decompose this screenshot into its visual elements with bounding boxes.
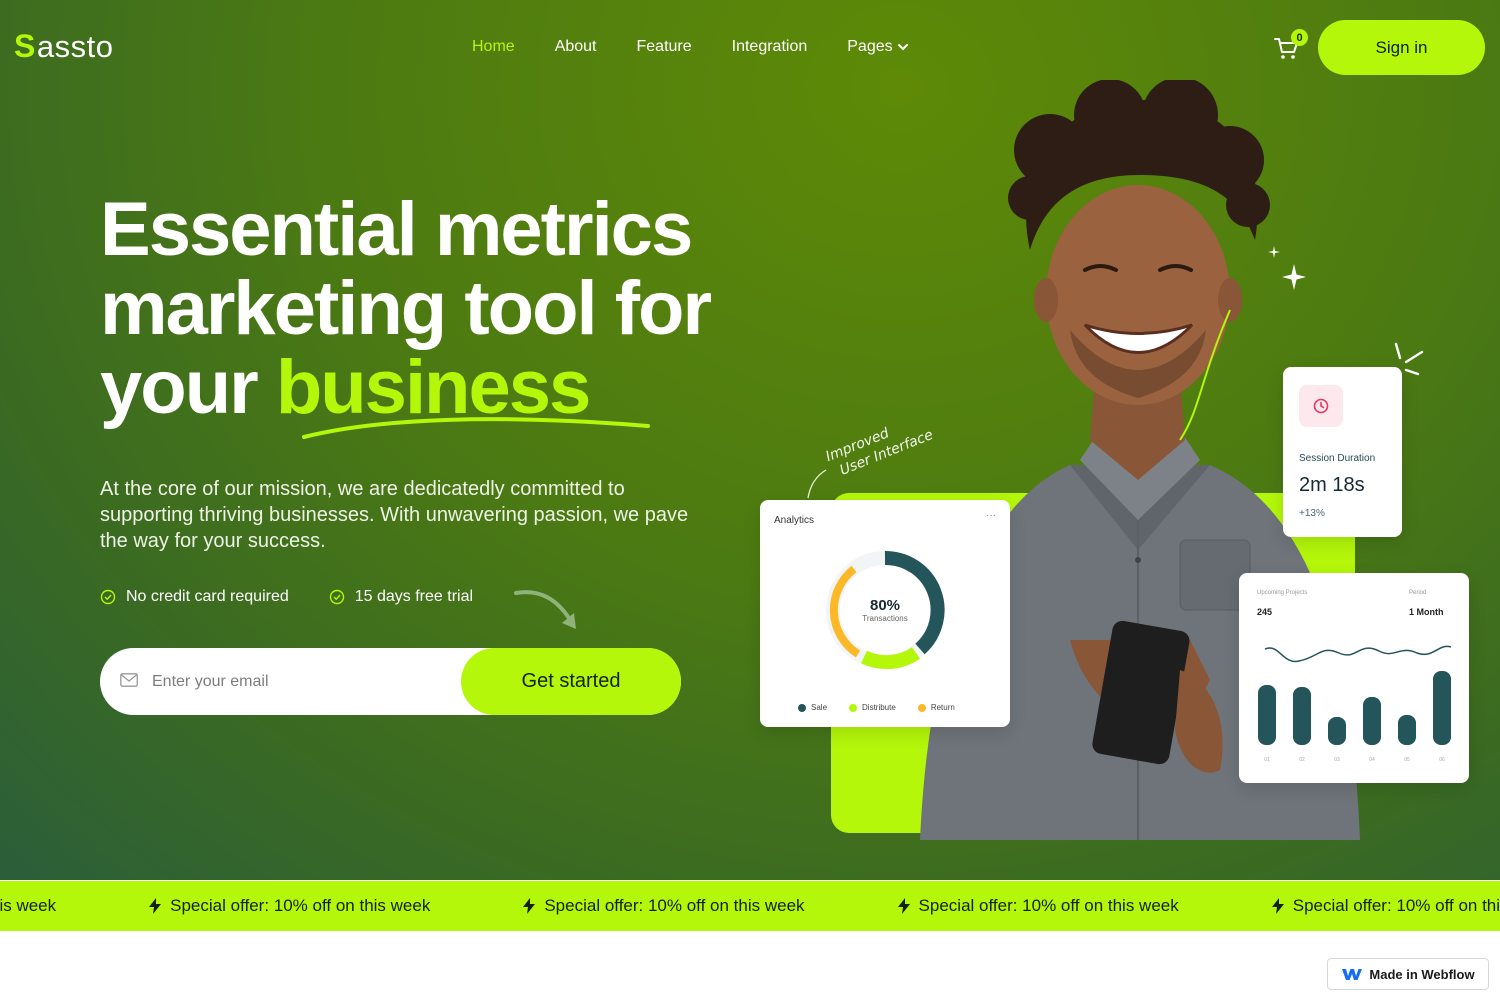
lightning-icon — [149, 898, 162, 914]
lightning-icon — [897, 898, 910, 914]
ticker-item-text: Special offer: 10% off on this week — [918, 896, 1179, 915]
x-axis-label: 05 — [1404, 757, 1410, 763]
special-offer-ticker: his week Special offer: 10% off on this … — [0, 881, 1500, 931]
main-nav: Home About Feature Integration Pages — [472, 38, 909, 56]
logo-text: assto — [36, 29, 114, 64]
legend-dot — [798, 703, 806, 712]
upcoming-projects-card: Upcoming Projects 245 Period 1 Month 01 0… — [1239, 573, 1469, 783]
clock-icon-box — [1299, 385, 1343, 427]
ticker-item-text: Special offer: 10% off on this week — [1292, 896, 1500, 915]
hero-headline: Essential metrics marketing tool for you… — [100, 187, 712, 430]
cart-button[interactable]: 0 — [1272, 29, 1308, 64]
ticker-item-text: Special offer: 10% off on this week — [544, 896, 805, 915]
donut-value: 80% — [869, 597, 901, 614]
x-axis-label: 01 — [1264, 757, 1270, 763]
ticker-item: Special offer: 10% off on this week — [148, 896, 430, 916]
nav-pages-dropdown[interactable]: Pages — [847, 38, 908, 56]
check-item-label: 15 days free trial — [354, 588, 474, 605]
clock-icon — [1313, 398, 1329, 414]
bar-01 — [1258, 685, 1276, 745]
check-item-label: No credit card required — [126, 588, 289, 605]
ticker-item-partial: his week — [0, 896, 57, 915]
curved-arrow-icon — [514, 590, 576, 629]
x-axis-label: 02 — [1299, 757, 1305, 763]
ticker-track: his week Special offer: 10% off on this … — [0, 881, 1500, 931]
ticker-item: Special offer: 10% off on this week — [522, 896, 805, 916]
ticker-item-text: Special offer: 10% off on this week — [170, 896, 431, 915]
legend-item: Distribute — [849, 703, 896, 712]
bar-03 — [1328, 717, 1346, 745]
nav-home[interactable]: Home — [472, 38, 515, 56]
sparkle-icon — [1282, 264, 1306, 290]
nav-about[interactable]: About — [555, 38, 597, 56]
brand-logo[interactable]: Sassto — [14, 28, 113, 65]
headline-line-2: marketing tool for — [100, 266, 712, 351]
donut-label: Transactions — [862, 614, 908, 623]
session-duration-value: 2m 18s — [1299, 474, 1365, 496]
lightning-icon — [523, 898, 536, 914]
x-axis-label: 06 — [1439, 757, 1445, 763]
check-item: 15 days free trial — [329, 588, 473, 606]
email-input[interactable] — [152, 668, 452, 695]
nav-pages-label: Pages — [847, 38, 893, 55]
sign-in-button[interactable]: Sign in — [1318, 20, 1485, 75]
bar-05 — [1398, 715, 1416, 745]
bar-group — [1258, 671, 1451, 745]
ticker-item: Special offer: 10% off on this week — [897, 896, 1179, 916]
cart-count-badge: 0 — [1291, 29, 1308, 46]
headline-line-1: Essential metrics — [100, 187, 693, 272]
headline-line-3-plain: your — [100, 345, 259, 430]
nav-integration[interactable]: Integration — [732, 38, 808, 56]
more-options-icon[interactable]: ··· — [986, 510, 996, 521]
legend-dot — [849, 703, 858, 712]
check-circle-icon — [329, 589, 344, 605]
nav-feature[interactable]: Feature — [637, 38, 692, 56]
analytics-card: Analytics ··· 80% Transactions Sale Dist… — [760, 500, 1010, 727]
session-duration-card: Session Duration 2m 18s +13% — [1283, 367, 1402, 537]
session-duration-delta: +13% — [1299, 508, 1325, 519]
get-started-button[interactable]: Get started — [461, 648, 681, 715]
legend-dot — [917, 703, 926, 712]
hero-section: Sassto Home About Feature Integration Pa… — [0, 0, 1500, 880]
legend-item: Return — [917, 703, 955, 712]
bar-04 — [1363, 697, 1381, 745]
session-duration-label: Session Duration — [1299, 453, 1376, 464]
legend-label: Return — [930, 703, 955, 712]
bar-02 — [1293, 687, 1311, 745]
sparkle-icon — [1268, 246, 1280, 258]
lightning-icon — [1271, 898, 1284, 914]
hero-description: At the core of our mission, we are dedic… — [100, 478, 689, 552]
made-in-webflow-badge[interactable]: Made in Webflow — [1327, 958, 1489, 990]
email-signup-form: Get started — [100, 648, 681, 715]
legend-item: Sale — [798, 703, 827, 712]
ticker-item: Special offer: 10% off on this week — [1271, 896, 1500, 916]
check-circle-icon — [100, 589, 116, 605]
headline-underline-stroke — [302, 417, 650, 439]
annotation-arrow-icon — [807, 469, 827, 499]
webflow-logo-icon — [1342, 969, 1363, 980]
burst-lines-icon — [1394, 342, 1424, 376]
bar-06 — [1433, 671, 1451, 745]
webflow-badge-label: Made in Webflow — [1369, 966, 1475, 982]
analytics-card-title: Analytics — [774, 515, 815, 526]
x-axis-label: 03 — [1334, 757, 1340, 763]
projects-bar-chart: 01 02 03 04 05 06 — [1258, 645, 1452, 763]
chart-legend: Sale Distribute Return — [798, 703, 955, 712]
check-item: No credit card required — [100, 588, 289, 606]
chevron-down-icon — [897, 44, 908, 51]
hero-checklist: No credit card required 15 days free tri… — [100, 588, 473, 606]
legend-label: Distribute — [862, 703, 896, 712]
legend-label: Sale — [811, 703, 828, 712]
x-axis-labels: 01 02 03 04 05 06 — [1264, 757, 1445, 763]
mail-icon — [120, 673, 138, 687]
x-axis-label: 04 — [1369, 757, 1375, 763]
logo-mark: S — [14, 28, 36, 64]
